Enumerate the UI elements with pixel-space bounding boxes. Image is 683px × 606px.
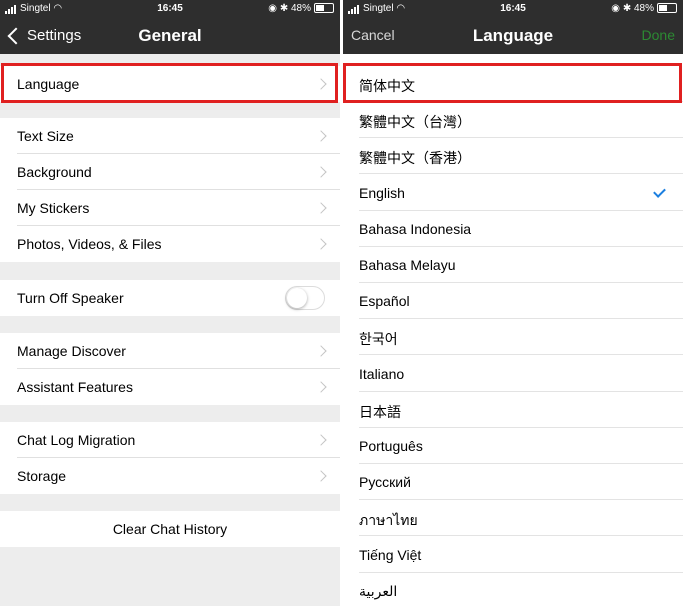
status-right: ◉ ✱ 48% (268, 3, 334, 14)
row-text-size-label: Text Size (17, 128, 74, 144)
general-settings-screen: Singtel ◠ 16:45 ◉ ✱ 48% Settings General… (0, 0, 340, 606)
bluetooth-icon: ✱ (279, 3, 289, 14)
language-screen: Singtel ◠ 16:45 ◉ ✱ 48% Cancel Language … (343, 0, 683, 606)
row-language-label: Language (17, 76, 80, 92)
language-option-label: 繁體中文（台灣） (359, 114, 471, 131)
turn-off-speaker-toggle[interactable] (285, 286, 325, 310)
row-storage-label: Storage (17, 468, 67, 484)
row-turn-off-speaker: Turn Off Speaker (0, 280, 340, 316)
language-option[interactable]: 简体中文 (343, 66, 683, 102)
chevron-right-icon (315, 202, 327, 214)
language-option-label: 繁體中文（香港） (359, 150, 471, 167)
bluetooth-icon: ✱ (622, 3, 632, 14)
language-option-label: Русский (359, 474, 411, 491)
battery-icon (657, 3, 677, 14)
status-bar: Singtel ◠ 16:45 ◉ ✱ 48% (343, 0, 683, 17)
language-option[interactable]: Bahasa Melayu (343, 247, 683, 283)
language-option[interactable]: العربية (343, 572, 683, 606)
orientation-lock-icon: ◉ (611, 3, 621, 14)
row-background-label: Background (17, 164, 92, 180)
language-option-label: Português (359, 438, 423, 454)
row-photos-videos-files[interactable]: Photos, Videos, & Files (0, 226, 340, 262)
language-option-label: ภาษาไทย (359, 512, 418, 529)
language-option-label: Italiano (359, 365, 405, 382)
row-turn-off-speaker-label: Turn Off Speaker (17, 290, 124, 306)
language-option[interactable]: 繁體中文（台灣） (343, 102, 683, 139)
row-text-size[interactable]: Text Size (0, 118, 340, 154)
language-option-label: Bahasa Indonesia (359, 220, 472, 237)
navigation-bar: Settings General (0, 17, 340, 54)
chevron-right-icon (315, 434, 327, 446)
row-my-stickers[interactable]: My Stickers (0, 190, 340, 226)
language-option[interactable]: Español (343, 283, 683, 320)
page-title: Language (472, 26, 554, 45)
orientation-lock-icon: ◉ (268, 3, 278, 14)
chevron-right-icon (315, 130, 327, 142)
row-background[interactable]: Background (0, 154, 340, 190)
language-option-label: 한국어 (359, 331, 398, 348)
clear-chat-history-button[interactable]: Clear Chat History (0, 511, 340, 547)
row-chat-log-migration[interactable]: Chat Log Migration (0, 422, 340, 458)
chevron-right-icon (315, 238, 327, 250)
language-option-label: Bahasa Melayu (359, 257, 456, 273)
row-photos-label: Photos, Videos, & Files (17, 236, 162, 252)
row-assistant-features[interactable]: Assistant Features (0, 369, 340, 405)
row-storage[interactable]: Storage (0, 458, 340, 494)
language-option[interactable]: English (343, 174, 683, 211)
row-language[interactable]: Language (0, 66, 340, 102)
done-button[interactable]: Done (642, 27, 675, 43)
language-option-label: العربية (359, 582, 398, 599)
chevron-right-icon (315, 381, 327, 393)
battery-percent: 48% (633, 3, 654, 14)
navigation-bar: Cancel Language Done (343, 17, 683, 54)
chevron-right-icon (315, 78, 327, 90)
status-right: ◉ ✱ 48% (611, 3, 677, 14)
chevron-right-icon (315, 470, 327, 482)
language-option[interactable]: ภาษาไทย (343, 500, 683, 537)
language-option[interactable]: 繁體中文（香港） (343, 138, 683, 175)
language-option[interactable]: Bahasa Indonesia (343, 210, 683, 247)
language-option[interactable]: 한국어 (343, 319, 683, 356)
language-option[interactable]: Tiếng Việt (343, 536, 683, 573)
language-option[interactable]: Português (343, 428, 683, 464)
language-option[interactable]: Русский (343, 464, 683, 501)
chevron-right-icon (315, 166, 327, 178)
row-my-stickers-label: My Stickers (17, 200, 90, 216)
checkmark-icon (653, 184, 666, 198)
language-option-label: Español (359, 293, 410, 310)
clear-chat-history-label: Clear Chat History (112, 521, 228, 537)
language-option-label: English (359, 184, 405, 201)
toggle-knob (287, 288, 307, 308)
row-chat-log-migration-label: Chat Log Migration (17, 432, 136, 448)
language-option-label: 日本語 (359, 403, 401, 420)
battery-icon (314, 3, 334, 14)
language-option[interactable]: 日本語 (343, 391, 683, 428)
chevron-right-icon (315, 345, 327, 357)
language-option[interactable]: Italiano (343, 355, 683, 392)
page-title: General (138, 26, 202, 45)
row-manage-discover[interactable]: Manage Discover (0, 333, 340, 369)
language-option-label: 简体中文 (359, 78, 415, 94)
status-bar: Singtel ◠ 16:45 ◉ ✱ 48% (0, 0, 340, 17)
row-assistant-features-label: Assistant Features (17, 379, 133, 395)
row-manage-discover-label: Manage Discover (17, 343, 126, 359)
battery-percent: 48% (290, 3, 311, 14)
language-option-label: Tiếng Việt (359, 546, 422, 563)
